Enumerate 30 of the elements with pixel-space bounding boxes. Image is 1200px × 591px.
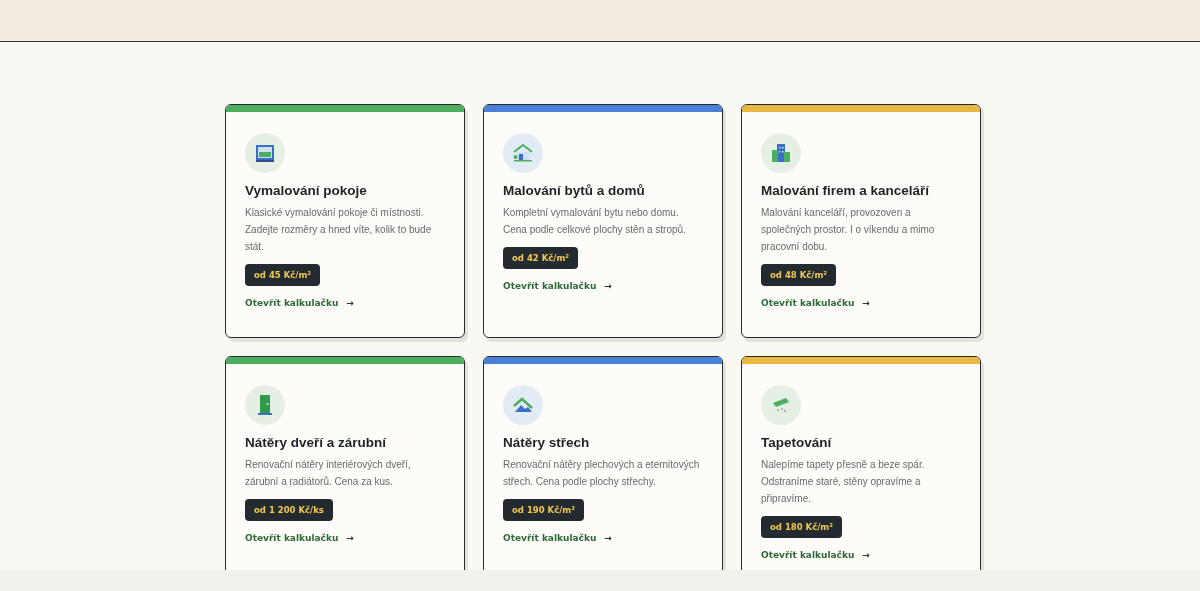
roof-icon bbox=[512, 396, 534, 414]
card-title: Tapetování bbox=[761, 435, 833, 450]
painted-room-icon bbox=[255, 143, 275, 163]
office-buildings-icon bbox=[771, 143, 791, 163]
card-title: Vymalování pokoje bbox=[245, 183, 368, 198]
card-title: Malování bytů a domů bbox=[503, 183, 646, 198]
card-description: Nalepíme tapety přesně a beze spár. Odstraníme staré, stěny opravíme a připravíme. bbox=[761, 458, 926, 506]
card-description: Kompletní vymalování bytu nebo domu. Cena podle celkové plochy stěn a stropů. bbox=[503, 206, 687, 237]
door-icon bbox=[256, 394, 274, 416]
price-badge: od 180 Kč/m² bbox=[761, 516, 842, 538]
house-icon bbox=[512, 143, 534, 163]
card-title: Nátěry střech bbox=[503, 435, 591, 450]
card-title: Malování firem a kanceláří bbox=[761, 183, 931, 198]
card-description: Renovační nátěry plechových a eternitových střech. Cena podle plochy střechy. bbox=[503, 458, 701, 489]
card-description: Klasické vymalování pokoje či místnosti. Zadejte rozměry a hned víte, kolik to bude stát. bbox=[245, 206, 433, 254]
price-badge: od 48 Kč/m² bbox=[761, 264, 836, 286]
price-badge: od 42 Kč/m² bbox=[503, 247, 578, 269]
card-description: Malování kanceláří, provozoven a společných prostor. I o víkendu a mimo pracovní dobu. bbox=[761, 206, 936, 254]
price-badge: od 190 Kč/m² bbox=[503, 499, 584, 521]
calculator-link[interactable]: Otevřít kalkulačku → bbox=[503, 281, 704, 291]
calculator-link[interactable]: Otevřít kalkulačku → bbox=[761, 298, 962, 308]
calculator-link[interactable]: Otevřít kalkulačku → bbox=[761, 550, 962, 560]
calculator-link[interactable]: Otevřít kalkulačku → bbox=[245, 533, 446, 543]
card-title: Nátěry dveří a zárubní bbox=[245, 435, 388, 450]
wallpaper-roll-icon bbox=[770, 396, 792, 414]
calculator-link[interactable]: Otevřít kalkulačku → bbox=[503, 533, 704, 543]
card-description: Renovační nátěry interiérových dveří, zárubní a radiátorů. Cena za kus. bbox=[245, 458, 412, 489]
calculator-link[interactable]: Otevřít kalkulačku → bbox=[245, 298, 446, 308]
price-badge: od 45 Kč/m² bbox=[245, 264, 320, 286]
price-badge: od 1 200 Kč/ks bbox=[245, 499, 333, 521]
